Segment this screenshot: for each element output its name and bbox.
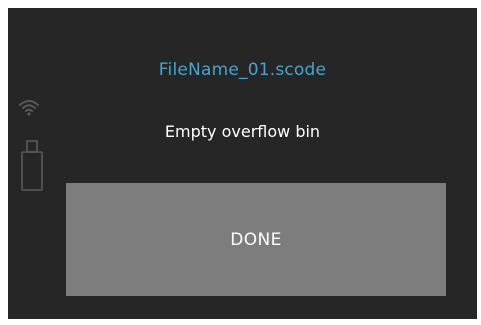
done-button-label: DONE — [230, 229, 282, 250]
usb-drive-icon — [21, 140, 43, 191]
status-message: Empty overflow bin — [164, 122, 321, 141]
done-button[interactable]: DONE — [66, 183, 446, 296]
wifi-icon — [19, 100, 39, 116]
file-name: FileName_01.scode — [158, 60, 327, 80]
printer-screen: FileName_01.scode Empty overflow bin DON… — [8, 8, 477, 319]
